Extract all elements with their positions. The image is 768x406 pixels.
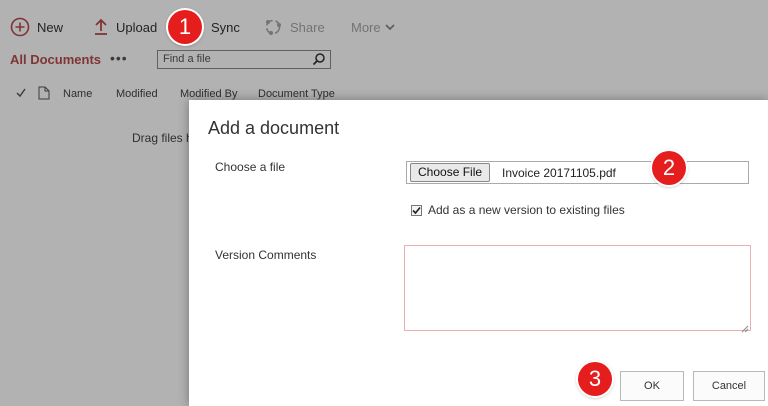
file-input[interactable]: Choose File Invoice 20171105.pdf [406, 161, 749, 184]
add-as-version-label: Add as a new version to existing files [428, 203, 625, 217]
callout-badge-2: 2 [652, 151, 686, 185]
callout-badge-3: 3 [578, 362, 612, 396]
callout-badge-1: 1 [168, 10, 202, 44]
checkmark-icon [412, 206, 421, 214]
add-as-version-option[interactable]: Add as a new version to existing files [411, 203, 625, 217]
cancel-button[interactable]: Cancel [693, 371, 765, 401]
selected-file-name: Invoice 20171105.pdf [502, 166, 616, 180]
choose-file-button[interactable]: Choose File [410, 163, 491, 182]
add-document-dialog: Add a document Choose a file Choose File… [189, 100, 768, 406]
version-comments-textarea[interactable] [404, 245, 751, 331]
ok-button[interactable]: OK [620, 371, 684, 401]
resize-grip-icon[interactable] [740, 320, 749, 338]
version-comments-label: Version Comments [215, 248, 317, 262]
add-as-version-checkbox[interactable] [411, 204, 422, 216]
choose-file-label: Choose a file [215, 160, 286, 174]
dialog-title: Add a document [208, 118, 340, 138]
